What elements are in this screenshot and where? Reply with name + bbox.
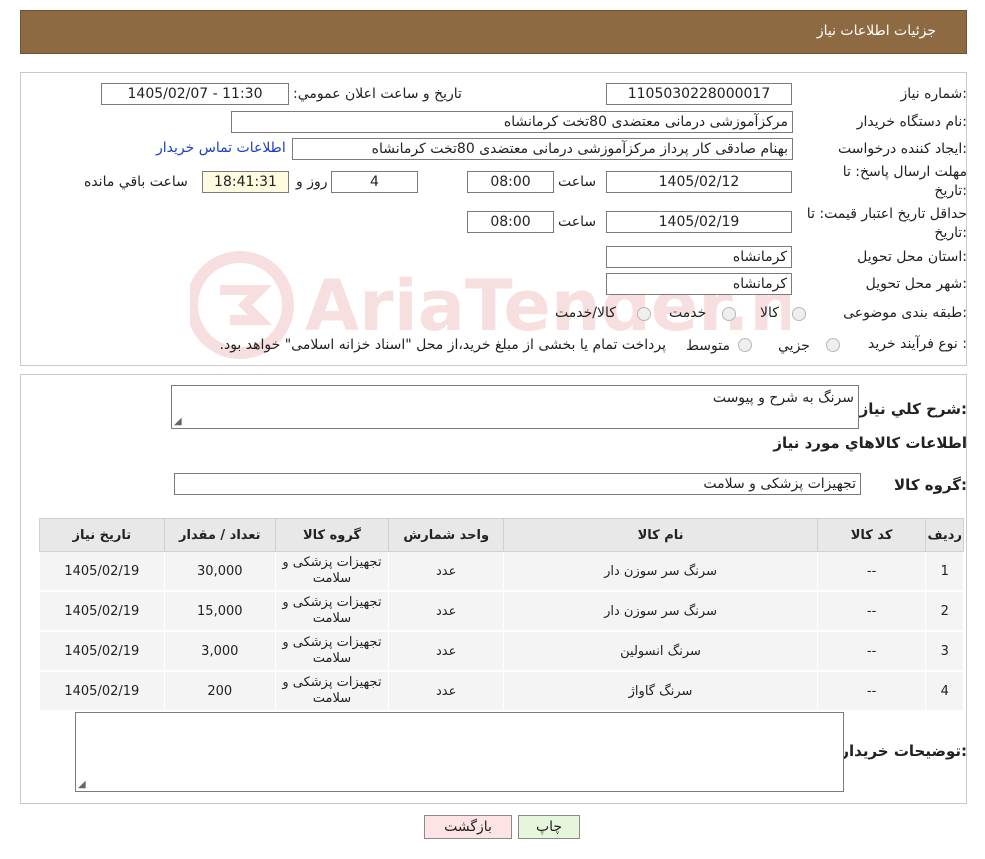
items-table: تاريخ نياز تعداد / مقدار گروه کالا واحد …	[39, 518, 964, 712]
process-label: نوع فرآيند خريد :	[868, 336, 967, 352]
group-label: گروه کالا:	[894, 476, 967, 494]
cell-qty: 200	[163, 670, 276, 712]
announce-field: 1405/02/07 - 11:30	[101, 83, 289, 105]
cell-group: تجهیزات پزشکی و سلامت	[274, 590, 390, 632]
col-unit: واحد شمارش	[388, 518, 505, 552]
cell-qty: 15,000	[163, 590, 276, 632]
group-field: تجهیزات پزشکی و سلامت	[174, 473, 861, 495]
page-header: جزئیات اطلاعات نیاز	[20, 10, 967, 54]
cell-unit: عدد	[388, 551, 505, 592]
cell-group: تجهیزات پزشکی و سلامت	[274, 551, 390, 592]
description-text: سرنگ به شرح و پیوست	[712, 390, 854, 406]
remaining-label: ساعت باقي مانده	[84, 174, 188, 190]
need-number-field: 1105030228000017	[606, 83, 792, 105]
process-radio-medium[interactable]	[738, 338, 752, 352]
cell-qty: 30,000	[163, 551, 276, 592]
category-option-service: خدمت	[669, 305, 707, 321]
validity-time-field: 08:00	[467, 211, 554, 233]
creator-field: بهنام صادقی کار پرداز مرکزآموزشی درمانی …	[292, 138, 793, 160]
cell-unit: عدد	[388, 630, 505, 672]
deadline-label: مهلت ارسال پاسخ: تا	[842, 164, 967, 180]
cell-date: 1405/02/19	[39, 551, 165, 592]
cell-group: تجهیزات پزشکی و سلامت	[274, 630, 390, 672]
process-radio-minor[interactable]	[826, 338, 840, 352]
description-textarea[interactable]: سرنگ به شرح و پیوست ◢	[171, 385, 859, 429]
category-radio-service[interactable]	[722, 307, 736, 321]
buyer-notes-label: توضيحات خريدار:	[840, 742, 967, 760]
table-row: 1405/02/19 15,000 تجهیزات پزشکی و سلامت …	[39, 590, 964, 632]
cell-index: 4	[925, 670, 964, 712]
cell-date: 1405/02/19	[39, 670, 165, 712]
process-option-minor: جزيي	[778, 338, 810, 354]
col-code: کد کالا	[816, 518, 927, 552]
col-qty: تعداد / مقدار	[163, 518, 276, 552]
resize-handle-icon[interactable]: ◢	[174, 416, 182, 427]
buyer-notes-textarea[interactable]: ◢	[75, 712, 844, 792]
cell-index: 3	[925, 630, 964, 672]
col-index: رديف	[925, 518, 964, 552]
deadline-date-field: 1405/02/12	[606, 171, 792, 193]
table-row: 1405/02/19 200 تجهیزات پزشکی و سلامت عدد…	[39, 670, 964, 712]
cell-name: سرنگ سر سوزن دار	[503, 551, 818, 592]
back-button[interactable]: بازگشت	[424, 815, 512, 839]
category-radio-both[interactable]	[637, 307, 651, 321]
days-label: روز و	[296, 174, 328, 190]
page-title: جزئیات اطلاعات نیاز	[816, 23, 936, 39]
city-label: شهر محل تحويل:	[865, 276, 967, 292]
col-group: گروه کالا	[274, 518, 390, 552]
province-field: کرمانشاه	[606, 246, 792, 268]
buyer-org-field: مرکزآموزشی درمانی معتضدی 80تخت کرمانشاه	[231, 111, 793, 133]
cell-date: 1405/02/19	[39, 590, 165, 632]
cell-name: سرنگ گاواژ	[503, 670, 818, 712]
creator-label: ايجاد کننده درخواست:	[838, 141, 967, 157]
deadline-time-field: 08:00	[467, 171, 554, 193]
validity-date-field: 1405/02/19	[606, 211, 792, 233]
buyer-contact-link[interactable]: اطلاعات تماس خريدار	[156, 140, 286, 156]
need-number-label: شماره نیاز:	[900, 86, 967, 102]
deadline-label-2: تاريخ:	[934, 183, 967, 199]
category-option-both: کالا/خدمت	[555, 305, 616, 321]
cell-name: سرنگ انسولین	[503, 630, 818, 672]
process-note: پرداخت تمام یا بخشی از مبلغ خرید،از محل …	[219, 337, 666, 353]
validity-label-2: تاريخ:	[934, 225, 967, 241]
cell-name: سرنگ سر سوزن دار	[503, 590, 818, 632]
days-remaining-field: 4	[331, 171, 418, 193]
cell-code: --	[816, 590, 927, 632]
category-label: طبقه بندی موضوعی:	[843, 305, 967, 321]
validity-time-label: ساعت	[558, 214, 597, 230]
print-button[interactable]: چاپ	[518, 815, 580, 839]
cell-index: 1	[925, 551, 964, 592]
table-header-row: تاريخ نياز تعداد / مقدار گروه کالا واحد …	[39, 518, 964, 552]
cell-code: --	[816, 630, 927, 672]
validity-label: حداقل تاريخ اعتبار قيمت: تا	[806, 206, 967, 222]
announce-label: تاريخ و ساعت اعلان عمومي:	[293, 86, 462, 102]
items-title: اطلاعات کالاهاي مورد نياز	[773, 434, 967, 452]
col-name: نام کالا	[503, 518, 818, 552]
countdown-field: 18:41:31	[202, 171, 289, 193]
col-date: تاريخ نياز	[39, 518, 165, 552]
cell-qty: 3,000	[163, 630, 276, 672]
cell-group: تجهیزات پزشکی و سلامت	[274, 670, 390, 712]
process-option-medium: متوسط	[686, 338, 730, 354]
city-field: کرمانشاه	[606, 273, 792, 295]
resize-handle-icon[interactable]: ◢	[78, 779, 86, 790]
cell-date: 1405/02/19	[39, 630, 165, 672]
category-option-goods: کالا	[760, 305, 779, 321]
category-radio-goods[interactable]	[792, 307, 806, 321]
cell-unit: عدد	[388, 590, 505, 632]
deadline-time-label: ساعت	[558, 174, 597, 190]
cell-unit: عدد	[388, 670, 505, 712]
buyer-org-label: نام دستگاه خريدار:	[856, 114, 967, 130]
table-row: 1405/02/19 30,000 تجهیزات پزشکی و سلامت …	[39, 551, 964, 592]
table-row: 1405/02/19 3,000 تجهیزات پزشکی و سلامت ع…	[39, 630, 964, 672]
cell-code: --	[816, 551, 927, 592]
cell-index: 2	[925, 590, 964, 632]
province-label: استان محل تحويل:	[857, 249, 967, 265]
cell-code: --	[816, 670, 927, 712]
description-label: شرح کلي نياز:	[859, 400, 967, 418]
